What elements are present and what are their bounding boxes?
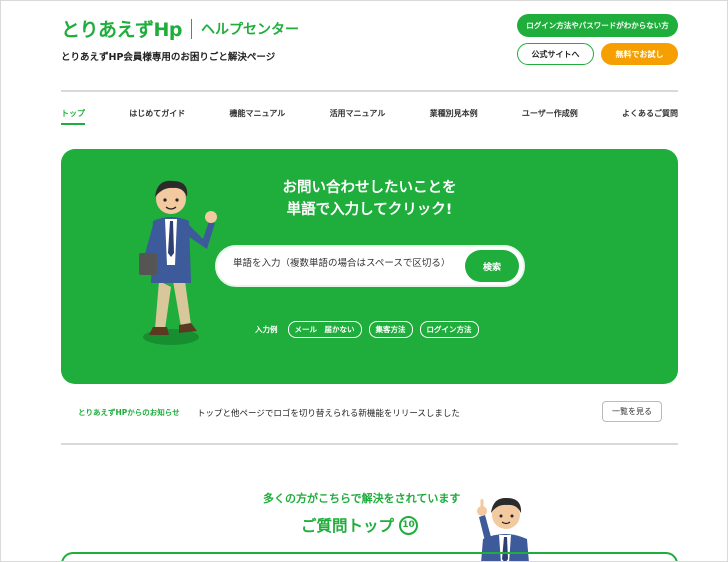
pointing-man-illustration <box>477 497 529 561</box>
login-help-button[interactable]: ログイン方法やパスワードがわからない方 <box>517 14 678 37</box>
hero-title: お問い合わせしたいことを 単語で入力してクリック! <box>61 177 678 221</box>
nav-item-faq[interactable]: よくあるご質問 <box>622 108 678 125</box>
example-chip-marketing[interactable]: 集客方法 <box>368 321 413 338</box>
tagline: とりあえずHP会員様専用のお困りごと解決ページ <box>61 52 276 63</box>
hero-title-line2: 単語で入力してクリック! <box>286 202 453 218</box>
faq-list-container <box>61 552 678 561</box>
nav-item-usage-manual[interactable]: 活用マニュアル <box>330 108 386 125</box>
search-bar: 検索 <box>215 245 525 287</box>
example-chip-mail[interactable]: メール 届かない <box>287 321 362 338</box>
official-site-button[interactable]: 公式サイトへ <box>517 43 594 65</box>
news-label: とりあえずHPからのお知らせ <box>78 408 180 417</box>
nav-item-top[interactable]: トップ <box>61 108 85 125</box>
nav-item-getting-started[interactable]: はじめてガイド <box>129 108 185 125</box>
search-examples: 入力例 メール 届かない 集客方法 ログイン方法 <box>255 321 479 338</box>
logo-help-center: ヘルプセンター <box>201 21 300 38</box>
page: とりあえずHp ヘルプセンター とりあえずHP会員様専用のお困りごと解決ページ … <box>0 0 728 562</box>
news-divider <box>61 443 678 445</box>
faq-title: ご質問トップ <box>301 517 395 535</box>
nav-item-user-examples[interactable]: ユーザー作成例 <box>522 108 578 125</box>
examples-label: 入力例 <box>255 325 278 334</box>
logo-brand: とりあえずHp <box>61 19 183 41</box>
news-list-button[interactable]: 一覧を見る <box>602 401 662 422</box>
faq-heading: ご質問トップ 10 <box>301 514 419 536</box>
faq-subtitle: 多くの方がこちらで解決をされています <box>263 492 461 505</box>
search-hero: お問い合わせしたいことを 単語で入力してクリック! 検索 入力例 メール 届かな… <box>61 149 678 384</box>
site-logo[interactable]: とりあえずHp ヘルプセンター <box>61 15 299 42</box>
nav-item-feature-manual[interactable]: 機能マニュアル <box>230 108 286 125</box>
nav-item-industry-samples[interactable]: 業種別見本例 <box>430 108 478 125</box>
logo-divider <box>191 18 193 39</box>
main-nav: トップ はじめてガイド 機能マニュアル 活用マニュアル 業種別見本例 ユーザー作… <box>61 108 678 125</box>
search-input[interactable] <box>233 258 463 269</box>
faq-count-badge: 10 <box>399 515 419 535</box>
hero-title-line1: お問い合わせしたいことを <box>282 180 457 196</box>
free-trial-button[interactable]: 無料でお試し <box>601 43 678 65</box>
example-chip-login[interactable]: ログイン方法 <box>419 321 479 338</box>
header-divider <box>61 90 678 92</box>
news-headline[interactable]: トップと他ページでロゴを切り替えられる新機能をリリースしました <box>197 407 460 419</box>
search-button[interactable]: 検索 <box>465 250 519 282</box>
